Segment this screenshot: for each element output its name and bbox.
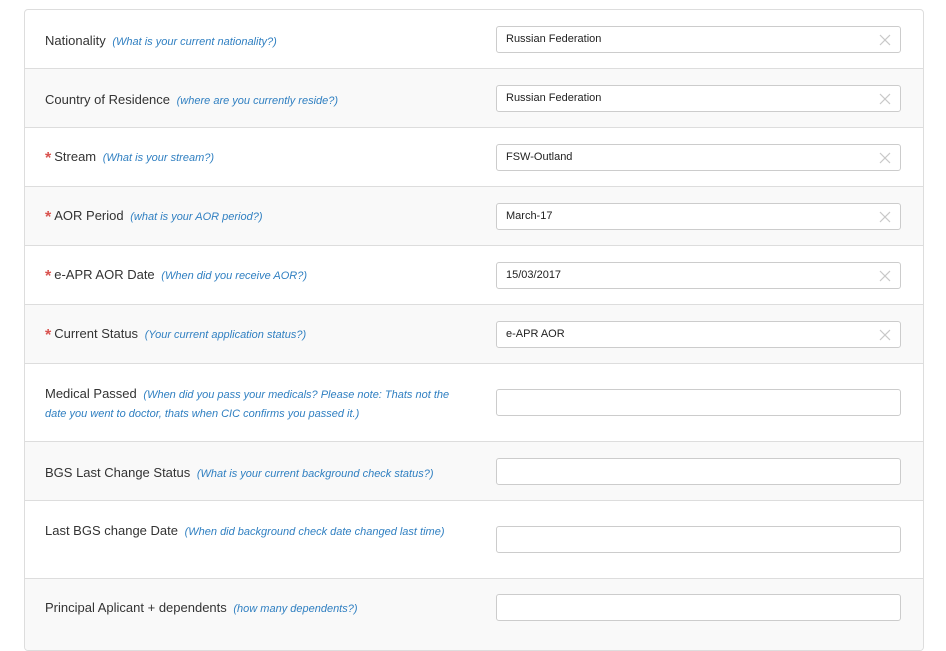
hint-text: (what is your AOR period?)	[130, 211, 263, 223]
field-label-medical-passed: Medical Passed (When did you pass your m…	[45, 385, 460, 423]
close-icon[interactable]	[879, 152, 891, 164]
close-icon[interactable]	[879, 93, 891, 105]
label-text: Current Status	[54, 326, 139, 341]
label-text: Last BGS change Date	[45, 523, 178, 538]
field-label-principal-aplicant-dependents: Principal Aplicant + dependents (how man…	[45, 599, 460, 618]
aor-period-select[interactable]: March-17	[496, 203, 901, 230]
close-icon[interactable]	[879, 270, 891, 282]
field-label-e-apr-aor-date: * e-APR AOR Date (When did you receive AO…	[45, 266, 460, 285]
selected-value: FSW-Outland	[506, 151, 573, 163]
close-icon[interactable]	[879, 329, 891, 341]
field-label-current-status: * Current Status (Your current applicatio…	[45, 325, 460, 344]
e-apr-aor-date-select[interactable]: 15/03/2017	[496, 262, 901, 289]
field-label-country-of-residence: Country of Residence (where are you curr…	[45, 91, 460, 110]
selected-value: Russian Federation	[506, 92, 602, 104]
selected-value: 15/03/2017	[506, 269, 562, 281]
label-text: AOR Period	[54, 208, 124, 223]
label-text: Stream	[54, 149, 97, 164]
form-row-nationality: Nationality (What is your current nation…	[25, 10, 923, 69]
hint-text: (When did you receive AOR?)	[161, 270, 308, 282]
field-label-nationality: Nationality (What is your current nation…	[45, 32, 460, 51]
form-row-principal-aplicant-dependents: Principal Aplicant + dependents (how man…	[25, 579, 923, 650]
form-row-medical-passed: Medical Passed (When did you pass your m…	[25, 364, 923, 442]
nationality-select[interactable]: Russian Federation	[496, 26, 901, 53]
field-label-aor-period: * AOR Period (what is your AOR period?)	[45, 207, 460, 226]
form-row-country-of-residence: Country of Residence (where are you curr…	[25, 69, 923, 128]
hint-text: (What is your stream?)	[102, 152, 215, 164]
label-text: Medical Passed	[45, 386, 137, 401]
form-row-aor-period: * AOR Period (what is your AOR period?) Ma…	[25, 187, 923, 246]
last-bgs-change-date-select[interactable]	[496, 526, 901, 553]
close-icon[interactable]	[879, 34, 891, 46]
field-label-bgs-last-change-status: BGS Last Change Status (What is your cur…	[45, 464, 460, 483]
hint-text: (When did background check date changed …	[184, 526, 445, 538]
label-text: e-APR AOR Date	[54, 267, 155, 282]
selected-value: Russian Federation	[506, 33, 602, 45]
label-text: BGS Last Change Status	[45, 465, 191, 480]
application-form: Nationality (What is your current nation…	[24, 9, 924, 651]
form-row-stream: * Stream (What is your stream?) FSW-Outlan…	[25, 128, 923, 187]
selected-value: March-17	[506, 210, 553, 222]
form-row-last-bgs-change-date: Last BGS change Date (When did backgroun…	[25, 501, 923, 579]
hint-text: (where are you currently reside?)	[176, 95, 339, 107]
close-icon[interactable]	[879, 211, 891, 223]
hint-text: (how many dependents?)	[233, 603, 358, 615]
medical-passed-select[interactable]	[496, 389, 901, 416]
required-marker: *	[45, 150, 52, 167]
required-marker: *	[45, 209, 52, 226]
form-row-e-apr-aor-date: * e-APR AOR Date (When did you receive AO…	[25, 246, 923, 305]
country-of-residence-select[interactable]: Russian Federation	[496, 85, 901, 112]
required-marker: *	[45, 327, 52, 344]
bgs-last-change-status-select[interactable]	[496, 458, 901, 485]
field-label-stream: * Stream (What is your stream?)	[45, 148, 460, 167]
hint-text: (What is your current nationality?)	[112, 36, 277, 48]
form-row-bgs-last-change-status: BGS Last Change Status (What is your cur…	[25, 442, 923, 501]
stream-select[interactable]: FSW-Outland	[496, 144, 901, 171]
label-text: Nationality	[45, 33, 106, 48]
selected-value: e-APR AOR	[506, 328, 565, 340]
current-status-select[interactable]: e-APR AOR	[496, 321, 901, 348]
field-label-last-bgs-change-date: Last BGS change Date (When did backgroun…	[45, 522, 460, 541]
hint-text: (Your current application status?)	[144, 329, 307, 341]
form-row-current-status: * Current Status (Your current applicatio…	[25, 305, 923, 364]
hint-text: (What is your current background check s…	[196, 468, 434, 480]
label-text: Country of Residence	[45, 92, 171, 107]
required-marker: *	[45, 268, 52, 285]
